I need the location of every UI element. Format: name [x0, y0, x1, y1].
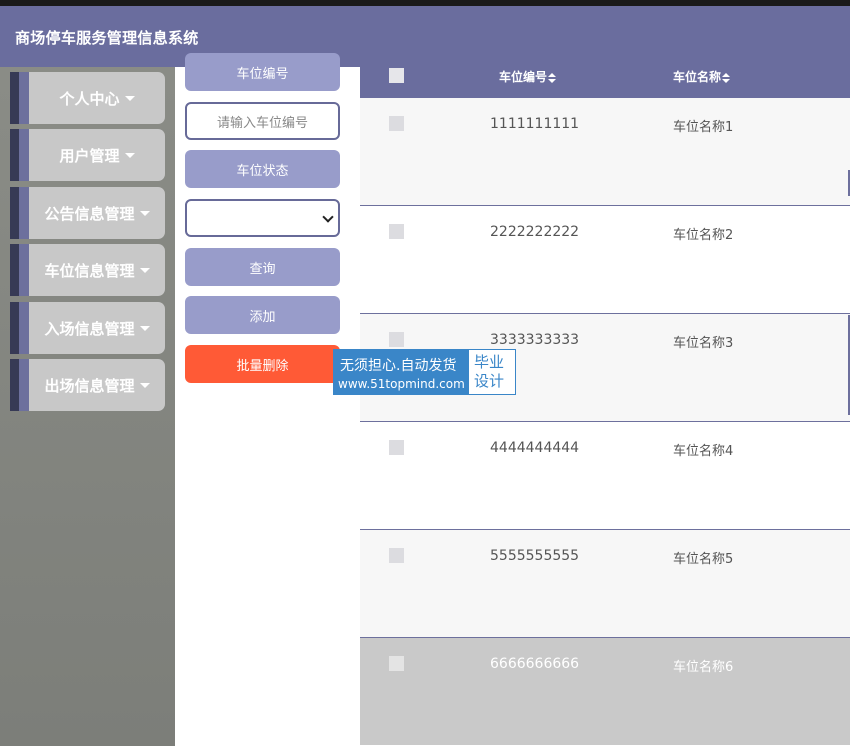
watermark-right: 毕业设计 — [474, 353, 505, 390]
cell-code: 6666666666 — [490, 656, 580, 672]
sidebar-item-user-management[interactable]: 用户管理 — [10, 129, 165, 181]
watermark-line2: www.51topmind.com — [338, 377, 465, 391]
table-row[interactable]: 1111111111 车位名称1 — [360, 98, 850, 206]
status-select[interactable] — [185, 199, 340, 237]
caret-down-icon — [139, 267, 150, 273]
row-checkbox[interactable] — [389, 116, 404, 131]
cell-code: 4444444444 — [490, 440, 580, 456]
sidebar-item-label: 入场信息管理 — [44, 319, 135, 338]
select-all-checkbox[interactable] — [389, 68, 404, 83]
caret-down-icon — [139, 382, 150, 388]
query-button[interactable]: 查询 — [185, 248, 340, 286]
cell-code: 5555555555 — [490, 548, 580, 564]
cell-code: 1111111111 — [490, 116, 580, 132]
code-search-placeholder: 请输入车位编号 — [216, 115, 308, 131]
table-row[interactable]: 2222222222 车位名称2 — [360, 205, 850, 313]
column-header-code[interactable]: 车位编号 — [499, 68, 557, 85]
sidebar-item-label: 公告信息管理 — [44, 204, 135, 223]
app-title: 商场停车服务管理信息系统 — [15, 29, 199, 47]
sidebar-item-label: 个人中心 — [59, 89, 120, 108]
cell-code: 2222222222 — [490, 224, 580, 240]
sidebar-item-label: 用户管理 — [59, 146, 120, 165]
sidebar-item-exit-management[interactable]: 出场信息管理 — [10, 359, 165, 411]
cell-name: 车位名称4 — [673, 444, 734, 459]
app-header: 商场停车服务管理信息系统 — [0, 6, 850, 67]
code-label: 车位编号 — [185, 53, 340, 91]
row-checkbox[interactable] — [389, 332, 404, 347]
cell-name: 车位名称6 — [673, 660, 734, 675]
chevron-down-icon — [322, 211, 334, 223]
caret-down-icon — [124, 152, 135, 158]
row-checkbox[interactable] — [389, 224, 404, 239]
caret-down-icon — [139, 325, 150, 331]
watermark-badge: 无须担心.自动发货 www.51topmind.com 毕业设计 — [333, 349, 516, 395]
caret-down-icon — [139, 210, 150, 216]
sidebar-item-notice-management[interactable]: 公告信息管理 — [10, 187, 165, 239]
status-label: 车位状态 — [185, 150, 340, 188]
parking-space-table: 车位编号 车位名称 1111111111 车位名称1 2222222222 车位… — [360, 67, 850, 746]
row-checkbox[interactable] — [389, 656, 404, 671]
sidebar-item-label: 车位信息管理 — [44, 261, 135, 280]
table-row[interactable]: 6666666666 车位名称6 — [360, 637, 850, 745]
row-checkbox[interactable] — [389, 548, 404, 563]
table-header: 车位编号 车位名称 — [360, 67, 850, 98]
cell-name: 车位名称1 — [673, 120, 734, 135]
sidebar-item-personal-center[interactable]: 个人中心 — [10, 72, 165, 124]
table-row[interactable]: 5555555555 车位名称5 — [360, 529, 850, 637]
sort-icon — [722, 72, 731, 83]
watermark-line1: 无须担心.自动发货 — [340, 358, 457, 374]
cell-code: 3333333333 — [490, 332, 580, 348]
column-header-name[interactable]: 车位名称 — [673, 68, 731, 85]
sidebar-item-entry-management[interactable]: 入场信息管理 — [10, 302, 165, 354]
batch-delete-button[interactable]: 批量删除 — [185, 345, 340, 383]
row-checkbox[interactable] — [389, 440, 404, 455]
table-row[interactable]: 4444444444 车位名称4 — [360, 421, 850, 529]
sidebar-item-parking-space-management[interactable]: 车位信息管理 — [10, 244, 165, 296]
search-panel: 车位编号 请输入车位编号 车位状态 查询 添加 批量删除 — [175, 53, 360, 746]
add-button[interactable]: 添加 — [185, 296, 340, 334]
cell-name: 车位名称5 — [673, 552, 734, 567]
sidebar: 个人中心 用户管理 公告信息管理 车位信息管理 入场信息管理 出场信息管理 — [0, 67, 175, 746]
sidebar-item-label: 出场信息管理 — [44, 376, 135, 395]
caret-down-icon — [124, 95, 135, 101]
cell-name: 车位名称3 — [673, 336, 734, 351]
code-search-input[interactable]: 请输入车位编号 — [185, 102, 340, 140]
sort-icon — [548, 72, 557, 83]
cell-name: 车位名称2 — [673, 228, 734, 243]
